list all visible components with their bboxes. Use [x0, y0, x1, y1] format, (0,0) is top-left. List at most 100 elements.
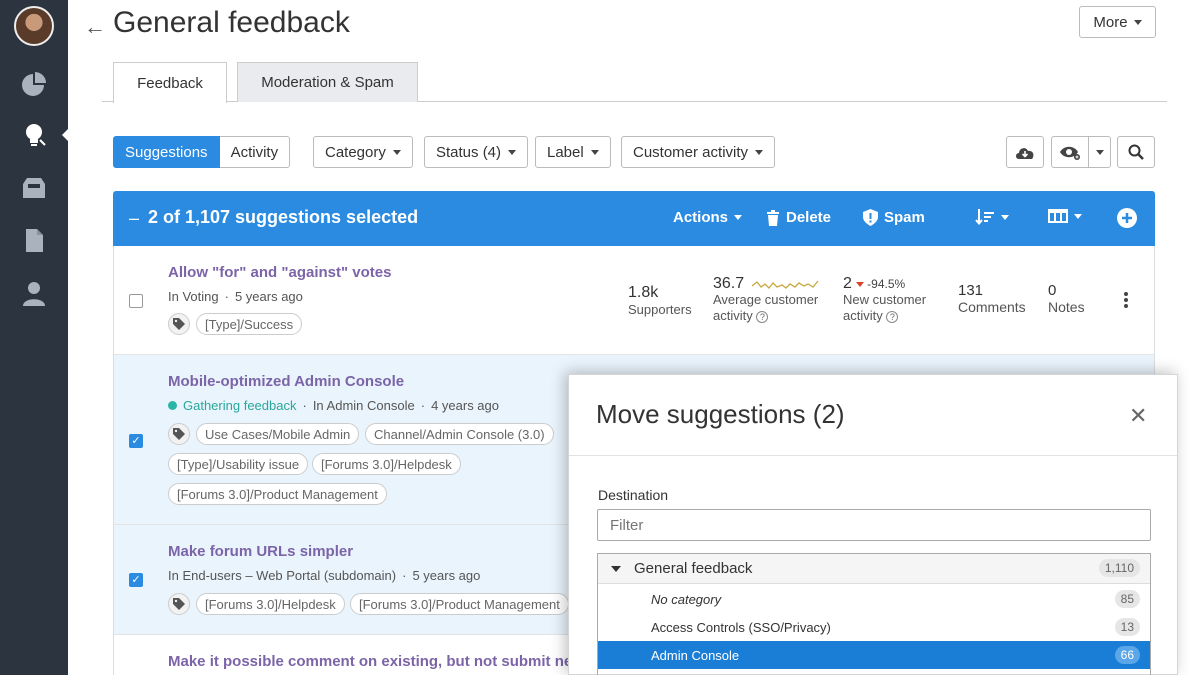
tree-item-general-feedback[interactable]: General feedback 1,110 [598, 554, 1150, 584]
suggestions-toggle[interactable]: Suggestions [113, 136, 220, 168]
tag-pill[interactable]: [Forums 3.0]/Product Management [350, 593, 569, 615]
label-filter[interactable]: Label [535, 136, 611, 168]
new-activity-stat: 2 -94.5% New customer activity ? [843, 276, 926, 324]
more-button[interactable]: More [1079, 6, 1156, 38]
new-activity-value: 2 [843, 275, 852, 292]
tag-pill[interactable]: Use Cases/Mobile Admin [196, 423, 360, 445]
tag-pill[interactable]: [Forums 3.0]/Helpdesk [312, 453, 461, 475]
plus-circle-icon [1117, 208, 1137, 228]
inbox-icon[interactable] [19, 173, 49, 203]
tab-feedback[interactable]: Feedback [113, 62, 227, 103]
avatar[interactable] [14, 6, 54, 46]
back-arrow-icon[interactable]: ← [84, 14, 106, 40]
actions-menu[interactable]: Actions [673, 209, 743, 226]
tag-pill[interactable]: Channel/Admin Console (3.0) [365, 423, 554, 445]
lightbulb-icon[interactable] [19, 120, 49, 150]
search-button[interactable] [1117, 136, 1155, 168]
row-checkbox[interactable] [129, 294, 143, 308]
suggestion-title[interactable]: Mobile-optimized Admin Console [168, 373, 404, 390]
tree-item-no-category[interactable]: No category 85 [598, 585, 1150, 613]
new-activity-label: New customer [843, 292, 927, 307]
document-icon[interactable] [19, 225, 49, 255]
forum-name[interactable]: In Admin Console [313, 398, 415, 413]
actions-label: Actions [673, 209, 729, 226]
suggestion-meta: In Voting · 5 years ago [168, 289, 303, 304]
selection-count: 2 of 1,107 suggestions selected [148, 207, 419, 227]
tree-item-label: Access Controls (SSO/Privacy) [651, 619, 831, 635]
sort-icon [975, 209, 994, 225]
customer-activity-filter-label: Customer activity [633, 143, 749, 161]
user-icon[interactable] [19, 278, 49, 308]
sidebar [0, 0, 69, 675]
chevron-down-icon [1095, 149, 1104, 155]
status-filter[interactable]: Status (4) [424, 136, 529, 168]
suggestion-age: 5 years ago [234, 289, 303, 304]
destination-filter-input[interactable] [597, 509, 1151, 541]
avg-activity-value: 36.7 [713, 275, 745, 292]
suggestion-title[interactable]: Make forum URLs simpler [168, 543, 353, 560]
view-options-dropdown[interactable] [1088, 136, 1111, 168]
chevron-down-icon [1133, 19, 1142, 25]
add-button[interactable] [1117, 208, 1137, 228]
chevron-down-icon [392, 149, 401, 155]
tree-item-count: 13 [1114, 618, 1140, 636]
tree-item-access-controls[interactable]: Access Controls (SSO/Privacy) 13 [598, 613, 1150, 641]
view-options-button[interactable] [1051, 136, 1089, 168]
active-nav-pointer [62, 128, 69, 142]
tag-icon[interactable] [168, 313, 190, 335]
suggestion-row[interactable]: Allow "for" and "against" votes In Votin… [114, 246, 1154, 355]
suggestion-title[interactable]: Allow "for" and "against" votes [168, 264, 391, 281]
help-icon[interactable]: ? [756, 310, 769, 323]
tag-pill[interactable]: [Forums 3.0]/Product Management [168, 483, 387, 505]
tree-item-label: No category [651, 591, 722, 607]
columns-menu[interactable] [1048, 209, 1082, 223]
export-button[interactable] [1006, 136, 1044, 168]
row-checkbox[interactable]: ✓ [129, 573, 143, 587]
new-activity-label2: activity [843, 308, 883, 323]
meta-separator: · [302, 398, 307, 413]
spam-button[interactable]: Spam [863, 209, 925, 226]
cloud-download-icon [1016, 148, 1034, 159]
forum-name[interactable]: In Voting [168, 289, 219, 304]
suggestion-meta: Gathering feedback · In Admin Console · … [168, 398, 499, 413]
close-icon[interactable]: ✕ [1129, 403, 1147, 429]
tag-pill[interactable]: [Type]/Usability issue [168, 453, 309, 475]
chevron-down-icon [508, 149, 517, 155]
tag-pill[interactable]: [Type]/Success [196, 313, 303, 335]
sort-menu[interactable] [975, 209, 1009, 225]
forum-name[interactable]: In End-users – Web Portal (subdomain) [168, 568, 396, 583]
status-filter-label: Status (4) [436, 143, 502, 161]
dialog-divider [569, 455, 1177, 456]
tree-item-admin-console[interactable]: Admin Console 66 [598, 641, 1150, 669]
comments-value: 131 [958, 282, 984, 299]
category-filter[interactable]: Category [313, 136, 413, 168]
trash-icon [767, 209, 779, 226]
comments-stat: 131 Comments [958, 282, 1026, 315]
activity-toggle[interactable]: Activity [219, 136, 291, 168]
suggestion-title[interactable]: Make it possible comment on existing, bu… [168, 653, 584, 670]
suggestion-meta: In End-users – Web Portal (subdomain) · … [168, 568, 480, 583]
tree-item-count: 66 [1114, 646, 1140, 664]
more-options-icon[interactable] [1124, 292, 1128, 308]
meta-separator: · [420, 398, 426, 413]
selection-bar: – 2 of 1,107 suggestions selected Action… [113, 191, 1155, 246]
tag-icon[interactable] [168, 593, 190, 615]
delete-button[interactable]: Delete [766, 209, 831, 226]
row-checkbox[interactable]: ✓ [129, 434, 143, 448]
chevron-down-icon [1074, 213, 1082, 219]
deselect-all-checkbox[interactable]: – [129, 209, 141, 227]
meta-separator: · [224, 289, 229, 304]
tab-moderation-spam[interactable]: Moderation & Spam [237, 62, 418, 102]
supporters-label: Supporters [628, 302, 692, 317]
supporters-stat: 1.8k Supporters [628, 284, 692, 317]
pie-chart-icon[interactable] [19, 68, 49, 98]
tag-pill[interactable]: [Forums 3.0]/Helpdesk [196, 593, 345, 615]
caret-down-icon[interactable] [611, 565, 621, 572]
help-icon[interactable]: ? [886, 310, 899, 323]
customer-activity-filter[interactable]: Customer activity [621, 136, 776, 168]
tag-icon[interactable] [168, 423, 190, 445]
avg-activity-label2: activity [713, 308, 753, 323]
destination-label: Destination [598, 487, 669, 503]
category-filter-label: Category [325, 143, 386, 161]
notes-label: Notes [1048, 299, 1085, 315]
